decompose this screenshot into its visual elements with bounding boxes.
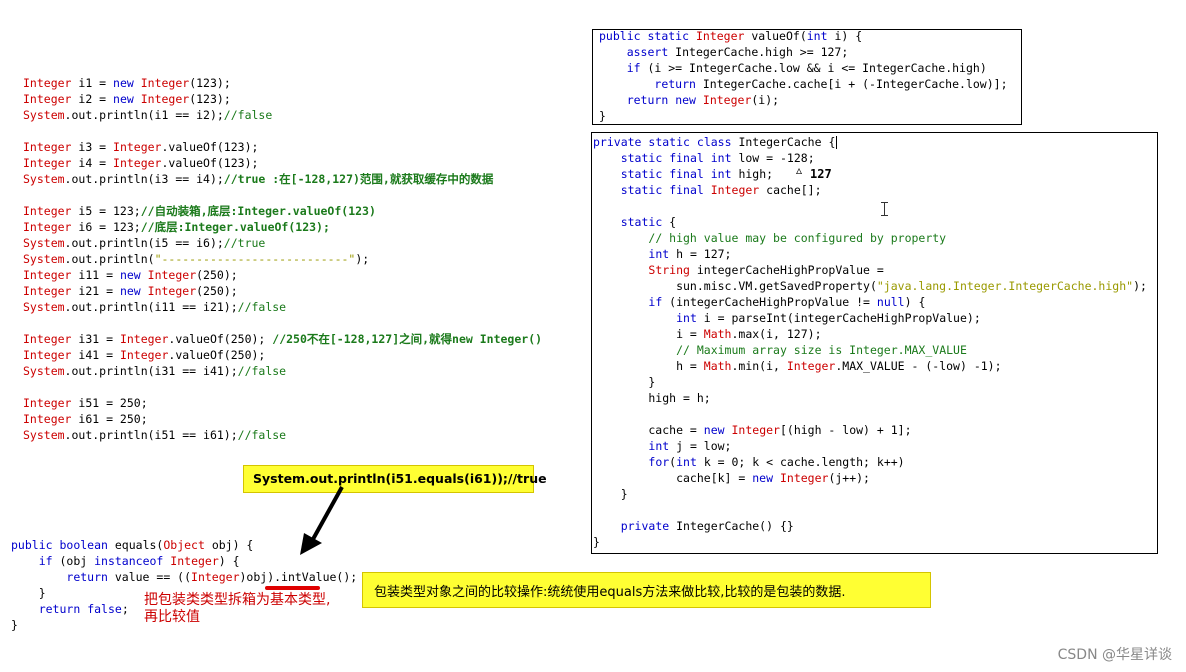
- left-code-line: [23, 123, 542, 139]
- cache-code-line: [593, 198, 1147, 214]
- compare-callout: 包装类型对象之间的比较操作:统统使用equals方法来做比较,比较的是包装的数据…: [362, 572, 931, 608]
- left-code-line: Integer i11 = new Integer(250);: [23, 268, 238, 282]
- compare-callout-text: 包装类型对象之间的比较操作:统统使用equals方法来做比较,比较的是包装的数据…: [374, 585, 846, 600]
- cache-code-line: for(int k = 0; k < cache.length; k++): [648, 455, 905, 469]
- cache-code-line: }: [593, 487, 628, 501]
- cache-code-line: static final int low = -128;: [620, 151, 815, 165]
- cache-code-line: cache = new Integer[(high - low) + 1];: [593, 423, 912, 437]
- left-code-line: System.out.println(i3 == i4);//true :在[-…: [23, 172, 494, 186]
- equals-callout-text: System.out.println(i51.equals(i61));//tr…: [253, 471, 547, 486]
- left-code-line: Integer i5 = 123;//自动装箱,底层:Integer.value…: [23, 204, 376, 218]
- cache-code-line: int j = low;: [648, 439, 732, 453]
- valueof-code-line: if (i >= IntegerCache.low && i <= Intege…: [626, 61, 987, 75]
- intvalue-underline: [265, 586, 320, 590]
- left-code-line: [23, 379, 542, 395]
- left-code-line: [23, 315, 542, 331]
- cache-code-line: // high value may be configured by prope…: [648, 231, 947, 245]
- ibeam-cursor-icon: [884, 202, 885, 216]
- left-code-line: System.out.println(i11 == i21);//false: [23, 300, 287, 314]
- left-code-line: System.out.println(i5 == i6);//true: [23, 236, 266, 250]
- left-code-line: Integer i4 = Integer.valueOf(123);: [23, 156, 259, 170]
- left-code-line: Integer i61 = 250;: [23, 412, 148, 426]
- left-code-line: Integer i1 = new Integer(123);: [23, 76, 231, 90]
- left-code-line: System.out.println(i51 == i61);//false: [23, 428, 287, 442]
- valueof-code-box: public static Integer valueOf(int i) { a…: [592, 29, 1022, 125]
- cache-code-line: h = Math.min(i, Integer.MAX_VALUE - (-lo…: [593, 359, 1002, 373]
- cache-code-line: static {: [620, 215, 677, 229]
- valueof-code-line: }: [599, 109, 606, 123]
- cache-code-line: i = Math.max(i, 127);: [593, 327, 822, 341]
- equals-code-line: if (obj instanceof Integer) {: [38, 554, 240, 568]
- unbox-note-line2: 再比较值: [144, 609, 200, 625]
- left-code-line: Integer i51 = 250;: [23, 396, 148, 410]
- cache-code-line: cache[k] = new Integer(j++);: [593, 471, 870, 485]
- equals-code-line: public boolean equals(Object obj) {: [11, 538, 254, 552]
- mouse-pointer-icon: ▵: [796, 163, 803, 177]
- left-code-line: Integer i6 = 123;//底层:Integer.valueOf(12…: [23, 220, 330, 234]
- left-code-line: System.out.println(i31 == i41);//false: [23, 364, 287, 378]
- integer-cache-code-box: private static class IntegerCache { stat…: [591, 132, 1158, 554]
- cache-code-line: [593, 406, 1147, 422]
- valueof-code: public static Integer valueOf(int i) { a…: [599, 28, 1008, 124]
- cache-code-line: private IntegerCache() {}: [620, 519, 794, 533]
- valueof-code-line: assert IntegerCache.high >= 127;: [626, 45, 849, 59]
- left-code-line: Integer i2 = new Integer(123);: [23, 92, 231, 106]
- left-code-line: Integer i41 = Integer.valueOf(250);: [23, 348, 266, 362]
- cache-code-line: int i = parseInt(integerCacheHighPropVal…: [676, 311, 981, 325]
- equals-code-line: return value == ((Integer)obj).intValue(…: [66, 570, 358, 584]
- annotation-127: 127: [810, 167, 832, 181]
- left-code-line: [23, 187, 542, 203]
- cache-code-line: if (integerCacheHighPropValue != null) {: [648, 295, 926, 309]
- cache-code-line: }: [593, 375, 656, 389]
- cache-code-line: int h = 127;: [648, 247, 732, 261]
- cache-code-line: static final int high;: [620, 167, 774, 181]
- valueof-code-line: return IntegerCache.cache[i + (-IntegerC…: [654, 77, 1008, 91]
- ibeam-cursor-top: [881, 202, 888, 203]
- cache-code-line: String integerCacheHighPropValue =: [648, 263, 884, 277]
- ibeam-cursor-bottom: [881, 215, 888, 216]
- integer-cache-code: private static class IntegerCache { stat…: [593, 134, 1147, 550]
- cache-code-line: private static class IntegerCache {: [593, 135, 836, 149]
- left-code-line: System.out.println(i1 == i2);//false: [23, 108, 273, 122]
- valueof-code-line: public static Integer valueOf(int i) {: [599, 29, 863, 43]
- left-code-line: Integer i3 = Integer.valueOf(123);: [23, 140, 259, 154]
- unbox-note-line1: 把包装类类型拆箱为基本类型,: [144, 592, 331, 608]
- left-code-line: Integer i21 = new Integer(250);: [23, 284, 238, 298]
- unbox-note: 把包装类类型拆箱为基本类型, 再比较值: [144, 592, 330, 626]
- left-code-line: Integer i31 = Integer.valueOf(250); //25…: [23, 332, 543, 346]
- valueof-code-line: return new Integer(i);: [626, 93, 780, 107]
- watermark: CSDN @华星详谈: [1057, 647, 1172, 663]
- left-code-line: System.out.println("--------------------…: [23, 252, 370, 266]
- equals-callout: System.out.println(i51.equals(i61));//tr…: [243, 465, 547, 493]
- cache-code-line: // Maximum array size is Integer.MAX_VAL…: [676, 343, 967, 357]
- cache-code-line: sun.misc.VM.getSavedProperty("java.lang.…: [593, 279, 1147, 293]
- cache-code-line: static final Integer cache[];: [620, 183, 822, 197]
- text-cursor: [836, 136, 837, 149]
- cache-code-line: high = h;: [593, 391, 711, 405]
- cache-code-line: [593, 502, 1147, 518]
- left-code-block: Integer i1 = new Integer(123); Integer i2…: [23, 75, 542, 443]
- cache-code-line: }: [593, 535, 600, 549]
